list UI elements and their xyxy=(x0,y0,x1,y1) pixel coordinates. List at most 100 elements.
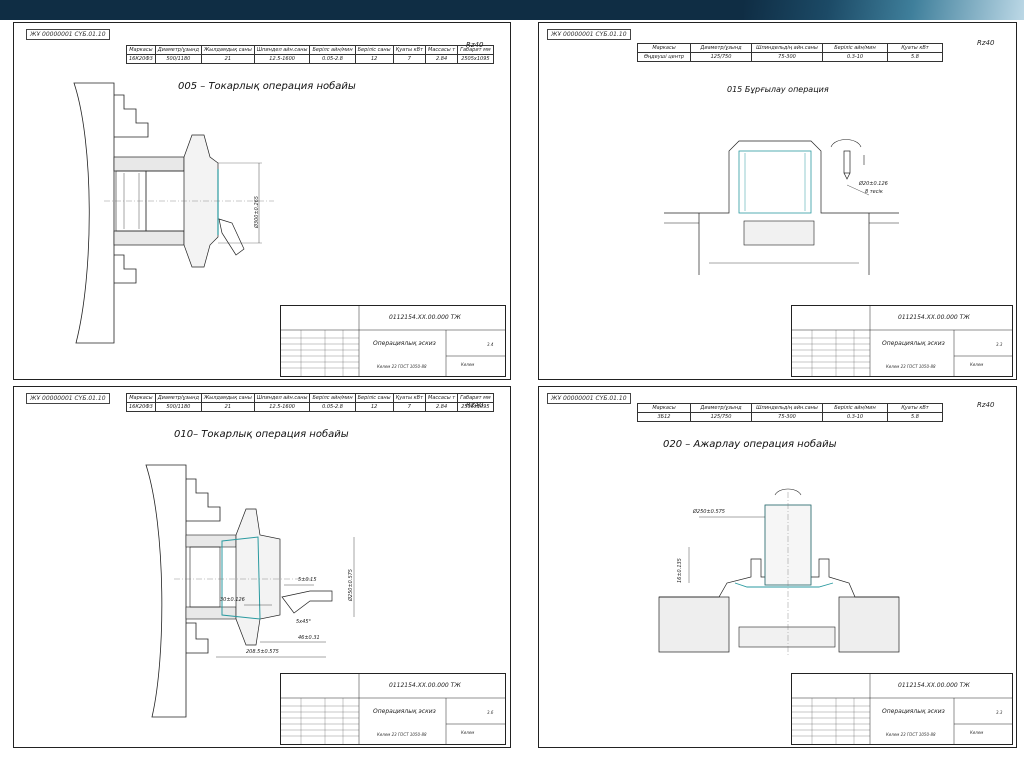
params-value-row: 3Б12 125/750 75-300 0.3-10 5.8 xyxy=(637,412,943,422)
title-block: 0112154.XX.00.000 ТЖ Операциялық эскиз К… xyxy=(791,305,1013,377)
param-header: Беріліс саны xyxy=(354,393,394,403)
title-block: 0112154.XX.00.000 ТЖ Операциялық эскиз К… xyxy=(280,673,506,745)
drawing-sheet-010: ЖҰ 00000001 СҮБ.01.10 Маркасы Диаметр/ұз… xyxy=(13,386,511,748)
machine-params-table: Маркасы Диаметр/ұзынд Шпиндельдің айн.са… xyxy=(637,43,943,62)
params-header-row: Маркасы Диаметр/ұзынд Шпиндельдің айн.са… xyxy=(637,43,943,53)
dimension-label: Ø250±0.575 xyxy=(693,509,725,515)
param-header: Маркасы xyxy=(637,43,691,53)
param-header: Қуаты кВт xyxy=(887,43,943,53)
params-header-row: Маркасы Диаметр/ұзынд Жылдамдық саны Шпи… xyxy=(126,45,494,55)
param-header: Диаметр/ұзынд xyxy=(154,393,202,403)
param-header: Қуаты кВт xyxy=(392,45,427,55)
drawing-sheet-015: ЖҰ 00000001 СҮБ.01.10 Маркасы Диаметр/ұз… xyxy=(538,22,1017,380)
title-block: 0112154.XX.00.000 ТЖ Операциялық эскиз К… xyxy=(280,305,506,377)
document-number: 0112154.XX.00.000 ТЖ xyxy=(898,314,970,321)
dimension-label: Ø20±0.126 xyxy=(859,181,888,187)
param-value: 75-300 xyxy=(751,52,823,62)
document-number: 0112154.XX.00.000 ТЖ xyxy=(389,682,461,689)
drawing-code: ЖҰ 00000001 СҮБ.01.10 xyxy=(26,29,110,40)
params-value-row: 16К20Ф3 500/1180 21 12.5-1600 0.05-2.8 1… xyxy=(126,54,494,64)
param-value: Өңдеуші центр xyxy=(637,52,691,62)
material-gost: Көлем 23 ГОСТ 1050-88 xyxy=(886,732,936,737)
operation-title: 015 Бұрғылау операция xyxy=(727,85,829,94)
drawing-sheet-020: ЖҰ 00000001 СҮБ.01.10 Маркасы Диаметр/ұз… xyxy=(538,386,1017,748)
sign-label: Көлем xyxy=(970,730,984,735)
param-header: Жылдамдық саны xyxy=(200,393,255,403)
param-value: 16К20Ф3 xyxy=(126,402,156,412)
params-header-row: Маркасы Диаметр/ұзынд Жылдамдық саны Шпи… xyxy=(126,393,494,403)
param-value: 5.8 xyxy=(887,52,943,62)
param-header: Беріліс саны xyxy=(354,45,394,55)
param-value: 75-300 xyxy=(751,412,823,422)
param-value: 5.8 xyxy=(887,412,943,422)
param-value: 125/750 xyxy=(690,412,752,422)
sheet-number: 3.3 xyxy=(996,342,1003,347)
param-value: 0.05-2.8 xyxy=(309,54,356,64)
param-value: 125/750 xyxy=(690,52,752,62)
param-header: Шпиндельдің айн.саны xyxy=(751,403,823,413)
param-value: 12 xyxy=(354,402,394,412)
roughness-symbol: Rz40 xyxy=(977,401,995,409)
card-name: Операциялық эскиз xyxy=(373,708,436,715)
material-gost: Көлем 23 ГОСТ 1050-88 xyxy=(886,364,936,369)
dimension-label: 16±0.135 xyxy=(677,558,683,583)
param-header: Диаметр/ұзынд xyxy=(154,45,202,55)
dimension-label: Ø250±0.575 xyxy=(348,569,354,601)
sheet-number: 3.3 xyxy=(996,710,1003,715)
dimension-label: Ø300±0.265 xyxy=(254,196,260,228)
sign-label: Көлем xyxy=(970,362,984,367)
param-header: Шпиндел айн.саны xyxy=(253,393,311,403)
material-gost: Көлем 23 ГОСТ 1050-88 xyxy=(377,364,427,369)
param-header: Шпиндел айн.саны xyxy=(253,45,311,55)
sheet-number: 3.4 xyxy=(487,342,494,347)
param-value: 16К20Ф3 xyxy=(126,54,156,64)
param-header: Беріліс айн/мин xyxy=(822,43,888,53)
param-header: Маркасы xyxy=(126,45,156,55)
param-value: 0.3-10 xyxy=(822,412,888,422)
param-value: 12 xyxy=(354,54,394,64)
params-value-row: 16К20Ф3 500/1180 21 12.5-1600 0.05-2.8 1… xyxy=(126,402,494,412)
param-value: 500/1180 xyxy=(154,54,202,64)
operation-title: 020 – Ажарлау операция нобайы xyxy=(663,439,837,450)
param-header: Шпиндельдің айн.саны xyxy=(751,43,823,53)
param-header: Беріліс айн/мин xyxy=(822,403,888,413)
params-header-row: Маркасы Диаметр/ұзынд Шпиндельдің айн.са… xyxy=(637,403,943,413)
roughness-symbol: Rz40 xyxy=(466,401,484,409)
param-header: Массасы т xyxy=(425,393,459,403)
param-header: Маркасы xyxy=(637,403,691,413)
param-value: 12.5-1600 xyxy=(253,54,311,64)
material-gost: Көлем 23 ГОСТ 1050-88 xyxy=(377,732,427,737)
param-value: 500/1180 xyxy=(154,402,202,412)
param-header: Массасы т xyxy=(425,45,459,55)
param-header: Жылдамдық саны xyxy=(200,45,255,55)
document-number: 0112154.XX.00.000 ТЖ xyxy=(389,314,461,321)
roughness-symbol: Rz40 xyxy=(466,41,484,49)
roughness-symbol: Rz40 xyxy=(977,39,995,47)
param-value: 0.3-10 xyxy=(822,52,888,62)
param-header: Берілс айн/мин xyxy=(309,45,356,55)
param-value: 7 xyxy=(392,402,427,412)
dimension-label: 46±0.31 xyxy=(298,635,320,641)
machine-params-table: Маркасы Диаметр/ұзынд Жылдамдық саны Шпи… xyxy=(126,393,494,412)
title-block: 0112154.XX.00.000 ТЖ Операциялық эскиз К… xyxy=(791,673,1013,745)
param-value: 2.84 xyxy=(425,402,459,412)
sheet-number: 3.6 xyxy=(487,710,494,715)
param-header: Маркасы xyxy=(126,393,156,403)
param-header: Қуаты кВт xyxy=(887,403,943,413)
param-value: 2.84 xyxy=(425,54,459,64)
drawing-code: ЖҰ 00000001 СҮБ.01.10 xyxy=(26,393,110,404)
dimension-label: 5x45° xyxy=(296,619,312,625)
dimension-label: 30±0.126 xyxy=(220,597,245,603)
params-value-row: Өңдеуші центр 125/750 75-300 0.3-10 5.8 xyxy=(637,52,943,62)
drawing-code: ЖҰ 00000001 СҮБ.01.10 xyxy=(547,29,631,40)
operation-title: 010– Токарлық операция нобайы xyxy=(174,429,349,440)
param-value: 21 xyxy=(200,54,255,64)
param-header: Диаметр/ұзынд xyxy=(690,403,752,413)
operation-title: 005 – Токарлық операция нобайы xyxy=(178,81,356,92)
top-bar-accent xyxy=(744,0,1024,20)
dimension-label: 8 тесік xyxy=(865,189,883,195)
dimension-label: 208.5±0.575 xyxy=(246,649,279,655)
machine-params-table: Маркасы Диаметр/ұзынд Шпиндельдің айн.са… xyxy=(637,403,943,422)
drawing-code: ЖҰ 00000001 СҮБ.01.10 xyxy=(547,393,631,404)
slide-top-bar xyxy=(0,0,1024,20)
